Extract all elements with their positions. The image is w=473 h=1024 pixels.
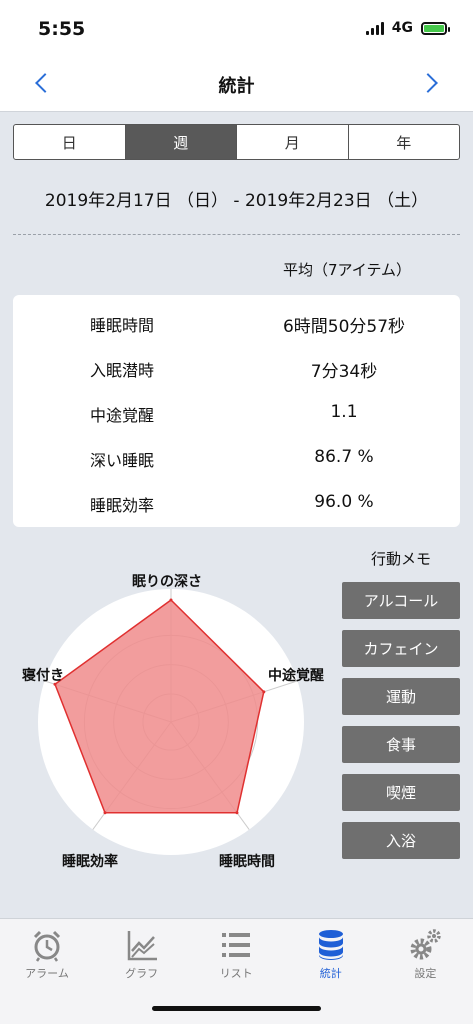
tab-label: グラフ — [125, 967, 159, 980]
date-range: 2019年2月17日 （日） - 2019年2月23日 （土） — [44, 191, 429, 211]
memo-title: 行動メモ — [370, 550, 431, 568]
stat-row: 睡眠時間 6時間50分57秒 — [13, 312, 460, 337]
tab-database[interactable]: 統計 — [284, 927, 378, 981]
page-title: 統計 — [218, 76, 255, 97]
memo-button[interactable]: カフェイン — [342, 630, 460, 667]
memo-button[interactable]: 食事 — [342, 726, 460, 763]
memo-button[interactable]: 運動 — [342, 678, 460, 715]
tab-alarm-clock[interactable]: アラーム — [0, 927, 94, 981]
radar-axis-label: 中途覚醒 — [268, 668, 324, 684]
tab-list[interactable]: リスト — [189, 927, 283, 981]
memo-button[interactable]: アルコール — [342, 582, 460, 619]
database-icon — [284, 927, 378, 963]
stat-value: 7分34秒 — [310, 362, 378, 382]
radar-axis-label: 寝付き — [22, 668, 64, 684]
dashed-divider — [13, 234, 460, 235]
stat-row: 睡眠効率 96.0 % — [13, 492, 460, 516]
stat-value: 1.1 — [330, 402, 358, 422]
stat-value: 86.7 % — [314, 447, 374, 467]
line-graph-icon — [95, 927, 189, 963]
status-indicators: 4G — [365, 20, 450, 36]
average-label: 平均（7アイテム） — [282, 261, 411, 279]
tab-label: 統計 — [319, 967, 342, 980]
battery-icon — [421, 21, 450, 35]
radar-chart: 眠りの深さ中途覚醒睡眠時間 睡眠効率 寝付き — [0, 560, 340, 880]
segment-3[interactable]: 年 — [349, 125, 460, 159]
tab-label: リスト — [219, 967, 253, 980]
memo-button[interactable]: 入浴 — [342, 822, 460, 859]
stat-label: 深い睡眠 — [90, 451, 155, 470]
stat-label: 睡眠効率 — [90, 496, 155, 515]
stat-label: 睡眠時間 — [90, 316, 155, 335]
segment-1[interactable]: 週 — [125, 125, 237, 159]
stat-row: 中途覚醒 1.1 — [13, 402, 460, 426]
stat-label: 中途覚醒 — [90, 406, 155, 425]
radar-axis-label: 眠りの深さ — [132, 574, 202, 590]
stat-label: 入眠潜時 — [90, 361, 155, 380]
period-segmented-control: 日週月年 — [13, 124, 460, 160]
tab-line-graph[interactable]: グラフ — [95, 927, 189, 981]
signal-icon — [365, 21, 384, 35]
status-bar: 5:55 4G — [0, 0, 473, 58]
radar-chart-svg — [38, 589, 304, 855]
gears-icon — [378, 927, 472, 963]
radar-axis-label: 睡眠効率 — [62, 854, 118, 870]
nav-bar: 統計 — [0, 58, 473, 112]
tab-label: アラーム — [25, 967, 69, 980]
stat-row: 深い睡眠 86.7 % — [13, 447, 460, 471]
segment-0[interactable]: 日 — [14, 125, 126, 159]
stat-value: 96.0 % — [314, 492, 374, 512]
radar-point — [235, 811, 239, 815]
stat-value: 6時間50分57秒 — [282, 317, 406, 337]
radar-point — [262, 690, 266, 694]
alarm-clock-icon — [0, 927, 94, 963]
home-indicator — [152, 1006, 321, 1011]
memo-button[interactable]: 喫煙 — [342, 774, 460, 811]
segment-2[interactable]: 月 — [237, 125, 349, 159]
status-time: 5:55 — [38, 18, 86, 40]
radar-point — [169, 598, 173, 602]
radar-axis-label: 睡眠時間 — [219, 854, 275, 870]
stat-row: 入眠潜時 7分34秒 — [13, 357, 460, 382]
radar-point — [103, 811, 107, 815]
network-label: 4G — [391, 20, 413, 36]
tab-label: 設定 — [414, 967, 437, 980]
stats-card: 睡眠時間 6時間50分57秒入眠潜時 7分34秒中途覚醒 1.1 深い睡眠 86.7 % 睡… — [13, 295, 460, 527]
list-icon — [189, 927, 283, 963]
tab-gears[interactable]: 設定 — [378, 927, 472, 981]
